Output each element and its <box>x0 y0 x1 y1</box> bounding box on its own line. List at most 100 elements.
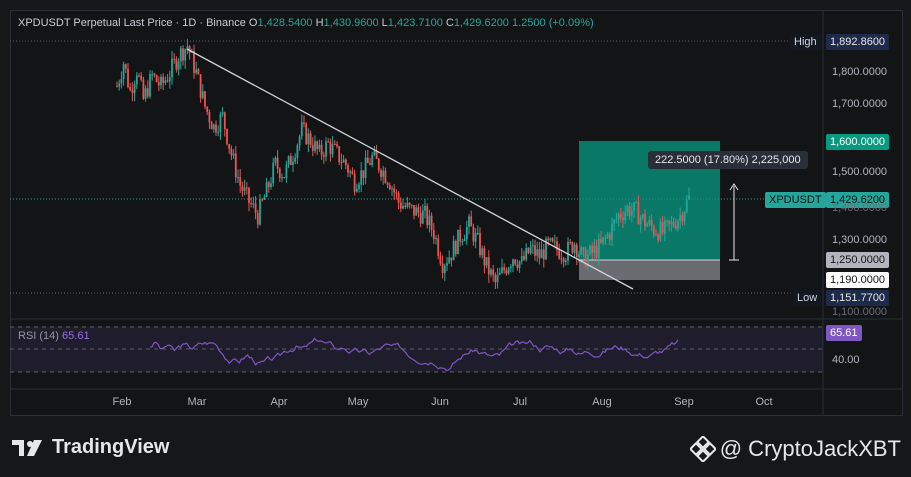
candle-body <box>571 242 574 253</box>
candle-body <box>646 224 649 227</box>
candle-body <box>415 207 418 216</box>
candle-body <box>344 159 347 166</box>
candle-body <box>573 244 576 253</box>
candle-body <box>195 69 198 73</box>
candle-body <box>630 210 633 217</box>
candle-body <box>523 256 525 260</box>
candle-body <box>441 263 444 274</box>
candle-body <box>241 185 244 191</box>
candle-body <box>432 229 435 240</box>
candle-body <box>430 215 433 230</box>
candle-body <box>606 234 609 238</box>
candle-body <box>468 216 470 227</box>
candle-body <box>655 234 657 236</box>
candle-body <box>663 220 666 233</box>
candle-body <box>311 145 314 151</box>
candle-body <box>221 112 224 115</box>
trendline[interactable] <box>186 48 634 290</box>
candle-body <box>538 249 541 259</box>
candle-body <box>369 162 371 165</box>
candle-body <box>534 245 536 256</box>
candle-body <box>505 270 508 274</box>
candle-body <box>336 144 338 147</box>
candle-body <box>518 261 521 268</box>
binance-diamond-icon <box>689 436 716 462</box>
candle-body <box>688 195 690 200</box>
candle-body <box>333 143 336 145</box>
price-tick: 1,700.0000 <box>832 98 888 110</box>
candle-body <box>435 238 437 240</box>
rsi-name: RSI (14) <box>18 330 59 342</box>
candle-body <box>331 143 334 154</box>
candle-body <box>641 214 644 218</box>
candle-body <box>316 141 319 150</box>
candle-body <box>479 233 481 256</box>
candle-body <box>624 212 627 221</box>
candle-body <box>151 73 154 75</box>
candle-body <box>492 269 495 275</box>
candle-body <box>657 234 660 241</box>
time-tick: Feb <box>112 396 132 408</box>
candle-body <box>507 268 510 274</box>
candle-body <box>413 205 415 216</box>
candle-body <box>252 203 255 205</box>
candle-body <box>230 148 233 156</box>
rsi-value-tag: 65.61 <box>826 325 862 341</box>
candle-body <box>371 154 374 165</box>
candle-body <box>305 123 308 144</box>
candle-body <box>386 182 389 186</box>
candle-body <box>124 64 127 69</box>
candle-body <box>373 150 376 155</box>
candle-body <box>232 153 235 156</box>
candle-body <box>135 75 138 85</box>
candle-body <box>199 74 202 99</box>
candle-body <box>292 161 294 165</box>
candle-body <box>256 213 259 225</box>
candle-body <box>402 205 404 209</box>
candle-body <box>659 222 662 241</box>
candle-body <box>454 241 457 255</box>
candle-body <box>483 248 486 266</box>
candle-body <box>375 150 378 159</box>
candle-body <box>303 122 305 124</box>
price-chart[interactable] <box>0 0 911 477</box>
candle-body <box>166 80 169 82</box>
candle-body <box>668 220 671 224</box>
candle-body <box>364 157 367 178</box>
stop-zone[interactable] <box>579 260 720 280</box>
candle-body <box>171 58 173 78</box>
candle-body <box>551 238 554 242</box>
candle-body <box>377 158 380 171</box>
candle-body <box>604 237 607 239</box>
candle-body <box>217 131 220 133</box>
candle-body <box>250 203 253 205</box>
candle-body <box>540 249 543 259</box>
candle-body <box>228 143 231 149</box>
candle-body <box>644 214 646 227</box>
candle-body <box>558 249 561 259</box>
high-value: 1,430.9600 <box>323 17 379 29</box>
candle-body <box>476 233 479 235</box>
measure-annotation: 222.5000 (17.80%) 2,225,000 <box>648 151 808 169</box>
candle-body <box>613 219 616 224</box>
candle-body <box>426 205 429 226</box>
price-tick: 1,400.0000 <box>832 202 888 214</box>
candle-body <box>329 141 332 154</box>
candle-body <box>615 219 618 221</box>
candle-body <box>212 124 215 130</box>
candle-body <box>520 256 523 262</box>
time-tick: May <box>347 396 369 408</box>
time-tick: Mar <box>187 396 207 408</box>
candle-body <box>395 192 398 194</box>
candle-body <box>358 184 360 189</box>
candle-body <box>122 64 125 79</box>
candle-body <box>450 257 453 261</box>
candle-body <box>309 133 312 146</box>
candle-body <box>355 188 358 192</box>
candle-body <box>318 144 321 150</box>
open-value: 1,428.5400 <box>257 17 313 29</box>
tradingview-logo[interactable]: TradingView <box>12 436 169 459</box>
candle-body <box>157 82 160 86</box>
candle-body <box>175 59 178 70</box>
candle-body <box>496 274 499 283</box>
